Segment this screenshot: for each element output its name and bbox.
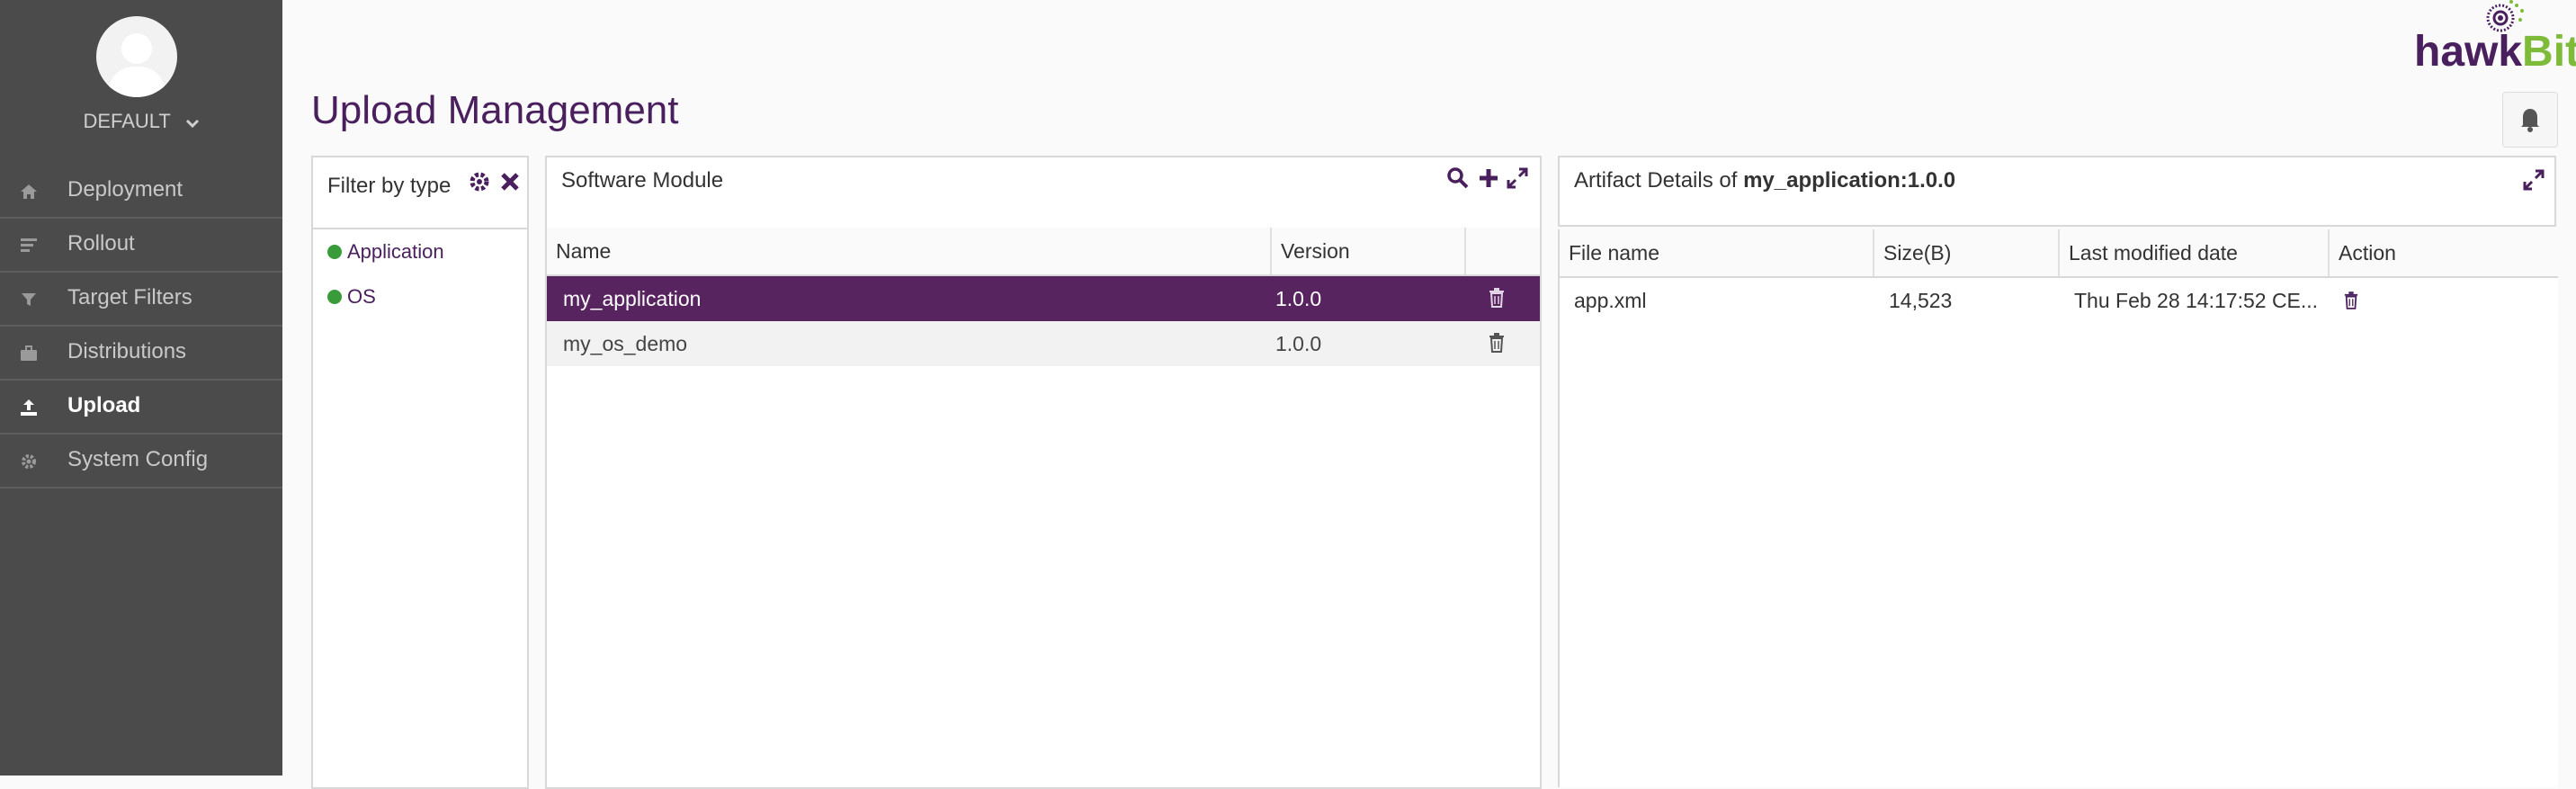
logo-wordmark: hawkBit (2414, 27, 2576, 76)
search-icon[interactable] (1446, 166, 1470, 190)
home-icon (20, 182, 38, 200)
artifact-size: 14,523 (1889, 289, 1953, 312)
page-title: Upload Management (311, 88, 679, 132)
module-name: my_os_demo (563, 332, 688, 355)
nav-item-system-config[interactable]: System Config (0, 435, 282, 489)
module-name: my_application (563, 287, 702, 310)
notifications-button[interactable] (2502, 92, 2558, 148)
filter-icon (20, 290, 38, 308)
bell-icon (2521, 109, 2539, 132)
upload-icon (20, 398, 38, 416)
column-header-size[interactable]: Size(B) (1874, 229, 2060, 276)
nav-label: Deployment (67, 177, 183, 202)
type-label: Application (347, 240, 444, 263)
nav-label: System Config (67, 447, 209, 471)
column-header-version[interactable]: Version (1272, 228, 1466, 274)
gear-icon (20, 452, 38, 470)
module-version: 1.0.0 (1275, 332, 1322, 355)
briefcase-icon (20, 344, 38, 362)
nav-label: Upload (67, 393, 141, 417)
artifact-details-title: Artifact Details of my_application:1.0.0 (1574, 168, 1955, 193)
table-row[interactable]: my_os_demo 1.0.0 (547, 321, 1540, 366)
column-header-last-modified[interactable]: Last modified date (2060, 229, 2330, 276)
type-filter-os[interactable]: OS (327, 285, 376, 309)
artifact-details-module: my_application:1.0.0 (1743, 168, 1956, 193)
gear-icon[interactable] (468, 170, 491, 193)
artifact-details-prefix: Artifact Details of (1574, 168, 1744, 193)
nav-item-upload[interactable]: Upload (0, 381, 282, 435)
type-label: OS (347, 285, 376, 308)
nav-item-rollout[interactable]: Rollout (0, 219, 282, 273)
close-icon[interactable] (498, 170, 522, 193)
software-module-table-header: Name Version (547, 228, 1540, 276)
type-filter-application[interactable]: Application (327, 240, 444, 264)
module-version: 1.0.0 (1275, 287, 1322, 310)
column-header-action: Action (2339, 241, 2396, 264)
filter-panel-header: Filter by type (313, 157, 527, 229)
add-icon[interactable] (1477, 166, 1500, 190)
type-color-dot (327, 245, 342, 259)
expand-icon[interactable] (2522, 168, 2545, 192)
tenant-label: DEFAULT (83, 110, 171, 132)
filter-panel-title: Filter by type (327, 174, 452, 198)
column-header-name[interactable]: Name (547, 228, 1272, 274)
expand-icon[interactable] (1506, 166, 1529, 190)
artifact-file-name: app.xml (1574, 289, 1647, 312)
logo-part-hawk: hawk (2414, 28, 2523, 76)
nav-label: Distributions (67, 339, 187, 363)
trash-icon[interactable] (2344, 291, 2358, 314)
column-header-action (1466, 228, 1540, 274)
tenant-selector[interactable]: DEFAULT (0, 110, 282, 134)
software-module-panel: Software Module Name Version my_applicat… (545, 156, 1542, 789)
software-module-title: Software Module (561, 168, 724, 193)
trash-icon[interactable] (1489, 288, 1505, 312)
nav-item-deployment[interactable]: Deployment (0, 165, 282, 219)
software-module-header: Software Module (547, 157, 1540, 229)
trash-icon[interactable] (1489, 333, 1505, 357)
table-row[interactable]: app.xml 14,523 Thu Feb 28 14:17:52 CE... (1560, 278, 2558, 323)
table-row[interactable]: my_application 1.0.0 (547, 276, 1540, 321)
nav-label: Target Filters (67, 285, 192, 309)
chevron-down-icon (185, 111, 200, 134)
avatar[interactable] (96, 16, 177, 97)
nav-item-distributions[interactable]: Distributions (0, 327, 282, 381)
filter-by-type-panel: Filter by type Application OS (311, 156, 529, 789)
artifact-table-header: File name Size(B) Last modified date Act… (1560, 229, 2558, 278)
type-color-dot (327, 290, 342, 304)
sidebar: DEFAULT Deployment Rollout Target Filter… (0, 0, 282, 776)
artifact-details-panel: Artifact Details of my_application:1.0.0 (1558, 156, 2556, 227)
nav-label: Rollout (67, 231, 135, 256)
logo-part-bit: Bit (2522, 28, 2576, 76)
artifact-last-modified: Thu Feb 28 14:17:52 CE... (2074, 289, 2319, 312)
column-header-file-name[interactable]: File name (1560, 229, 1874, 276)
rollout-icon (20, 236, 38, 254)
main-nav: Deployment Rollout Target Filters Distri… (0, 165, 282, 489)
artifact-table: File name Size(B) Last modified date Act… (1558, 229, 2558, 787)
nav-item-target-filters[interactable]: Target Filters (0, 273, 282, 327)
